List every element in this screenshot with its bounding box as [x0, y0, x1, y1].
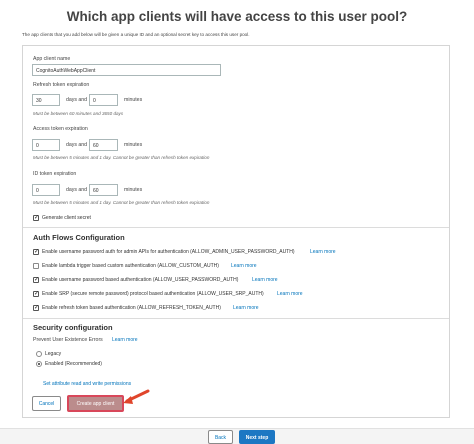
learn-more-link[interactable]: Learn more: [252, 277, 278, 283]
refresh-token-minutes-text: minutes: [124, 97, 143, 103]
access-token-label: Access token expiration: [33, 126, 88, 132]
attribute-permissions-link[interactable]: Set attribute read and write permissions: [43, 381, 131, 387]
learn-more-link[interactable]: Learn more: [231, 263, 257, 269]
arrow-pointer-icon: [123, 389, 150, 404]
auth-flow-label: Enable lambda trigger based custom authe…: [42, 263, 219, 269]
app-client-name-input[interactable]: CognitoAuthWebAppClient: [32, 64, 221, 76]
access-token-minutes-text: minutes: [124, 142, 143, 148]
id-token-minutes-input[interactable]: 60: [89, 184, 118, 196]
create-app-client-button[interactable]: Create app client: [67, 395, 124, 412]
id-token-days-input[interactable]: 0: [32, 184, 60, 196]
intro-text: The app clients that you add below will …: [22, 32, 250, 37]
divider: [23, 227, 449, 228]
id-token-label: ID token expiration: [33, 171, 77, 177]
id-token-minutes-text: minutes: [124, 187, 143, 193]
security-title: Security configuration: [33, 323, 113, 332]
cancel-button[interactable]: Cancel: [32, 396, 61, 411]
generate-secret-checkbox[interactable]: [33, 214, 39, 221]
access-token-minutes-input[interactable]: 60: [89, 139, 118, 151]
refresh-token-days-input[interactable]: 30: [32, 94, 60, 106]
refresh-token-days-text: days and: [66, 97, 88, 103]
auth-flow-item[interactable]: [33, 248, 39, 255]
learn-more-link[interactable]: Learn more: [233, 305, 259, 311]
auth-flow-item[interactable]: [33, 263, 39, 269]
divider: [23, 318, 449, 319]
generate-secret-label: Generate client secret: [42, 215, 91, 221]
refresh-token-minutes-input[interactable]: 0: [89, 94, 118, 106]
access-token-hint: Must be between 5 minutes and 1 day. Can…: [33, 155, 210, 160]
next-step-button[interactable]: Next step: [239, 430, 275, 444]
back-button[interactable]: Back: [208, 430, 233, 444]
refresh-token-label: Refresh token expiration: [33, 82, 90, 88]
auth-flow-label: Enable SRP (secure remote password) prot…: [42, 291, 264, 297]
access-token-days-text: days and: [66, 142, 88, 148]
learn-more-link[interactable]: Learn more: [277, 291, 303, 297]
security-learn-more-link[interactable]: Learn more: [112, 337, 138, 343]
learn-more-link[interactable]: Learn more: [310, 249, 336, 255]
app-client-name-label: App client name: [33, 56, 71, 62]
radio-enabled[interactable]: [36, 361, 42, 367]
prevent-errors-label: Prevent User Existence Errors: [33, 337, 103, 343]
auth-flow-item[interactable]: [33, 276, 39, 283]
footer-bar: [0, 428, 474, 444]
auth-flow-label: Enable refresh token based authenticatio…: [42, 305, 221, 311]
auth-flow-item[interactable]: [33, 290, 39, 297]
refresh-token-hint: Must be between 60 minutes and 3650 days: [33, 111, 124, 116]
radio-legacy-label: Legacy: [45, 351, 62, 357]
radio-legacy[interactable]: [36, 351, 42, 357]
auth-flow-item[interactable]: [33, 304, 39, 311]
radio-enabled-label: Enabled (Recommended): [45, 361, 102, 367]
auth-flow-label: Enable username password based authentic…: [42, 277, 239, 283]
auth-flows-title: Auth Flows Configuration: [33, 233, 125, 242]
auth-flow-label: Enable username password auth for admin …: [42, 249, 295, 255]
id-token-days-text: days and: [66, 187, 88, 193]
id-token-hint: Must be between 5 minutes and 1 day. Can…: [33, 200, 210, 205]
access-token-days-input[interactable]: 0: [32, 139, 60, 151]
page-title: Which app clients will have access to th…: [66, 9, 408, 24]
